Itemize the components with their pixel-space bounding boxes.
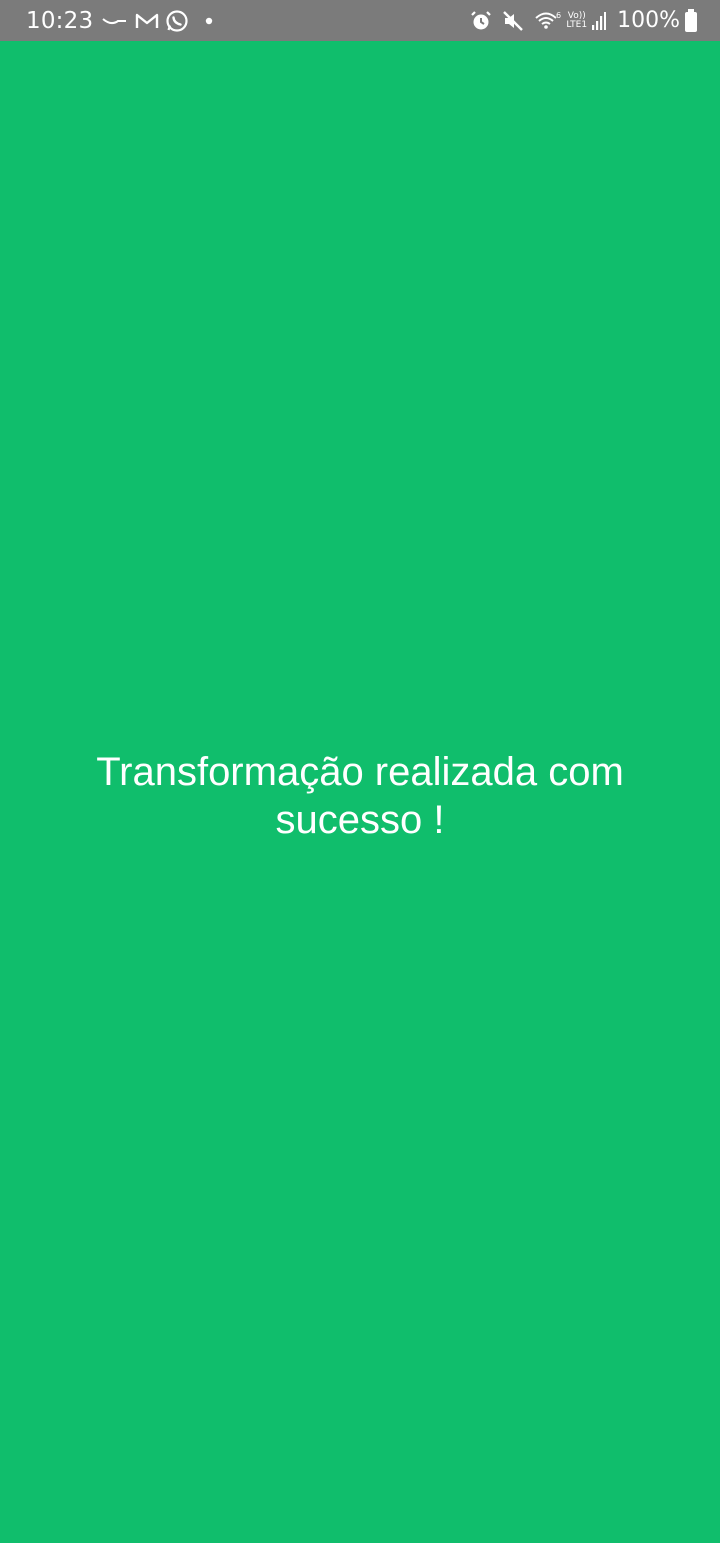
battery-percent: 100% <box>617 8 680 33</box>
wifi-icon: 6 <box>534 10 562 32</box>
status-bar-left: 10:23 <box>26 0 219 41</box>
signal-icon <box>591 11 607 31</box>
gmail-icon <box>135 12 159 30</box>
lightning-rod-icon <box>101 13 129 29</box>
mute-icon <box>502 10 524 32</box>
lte-label: LTE1 <box>566 19 588 30</box>
status-bar-right: 6 Vo)) LTE1 100% <box>470 0 698 41</box>
whatsapp-icon <box>165 9 189 33</box>
battery-icon <box>684 8 698 33</box>
success-message: Transformação realizada com sucesso ! <box>96 750 624 842</box>
network-type-label: Vo)) LTE1 <box>566 11 588 30</box>
status-time: 10:23 <box>26 7 94 34</box>
svg-text:6: 6 <box>556 11 561 20</box>
notification-dot-icon <box>205 17 213 25</box>
alarm-icon <box>470 10 492 32</box>
status-bar: 10:23 6 Vo)) LTE1 100% <box>0 0 720 41</box>
